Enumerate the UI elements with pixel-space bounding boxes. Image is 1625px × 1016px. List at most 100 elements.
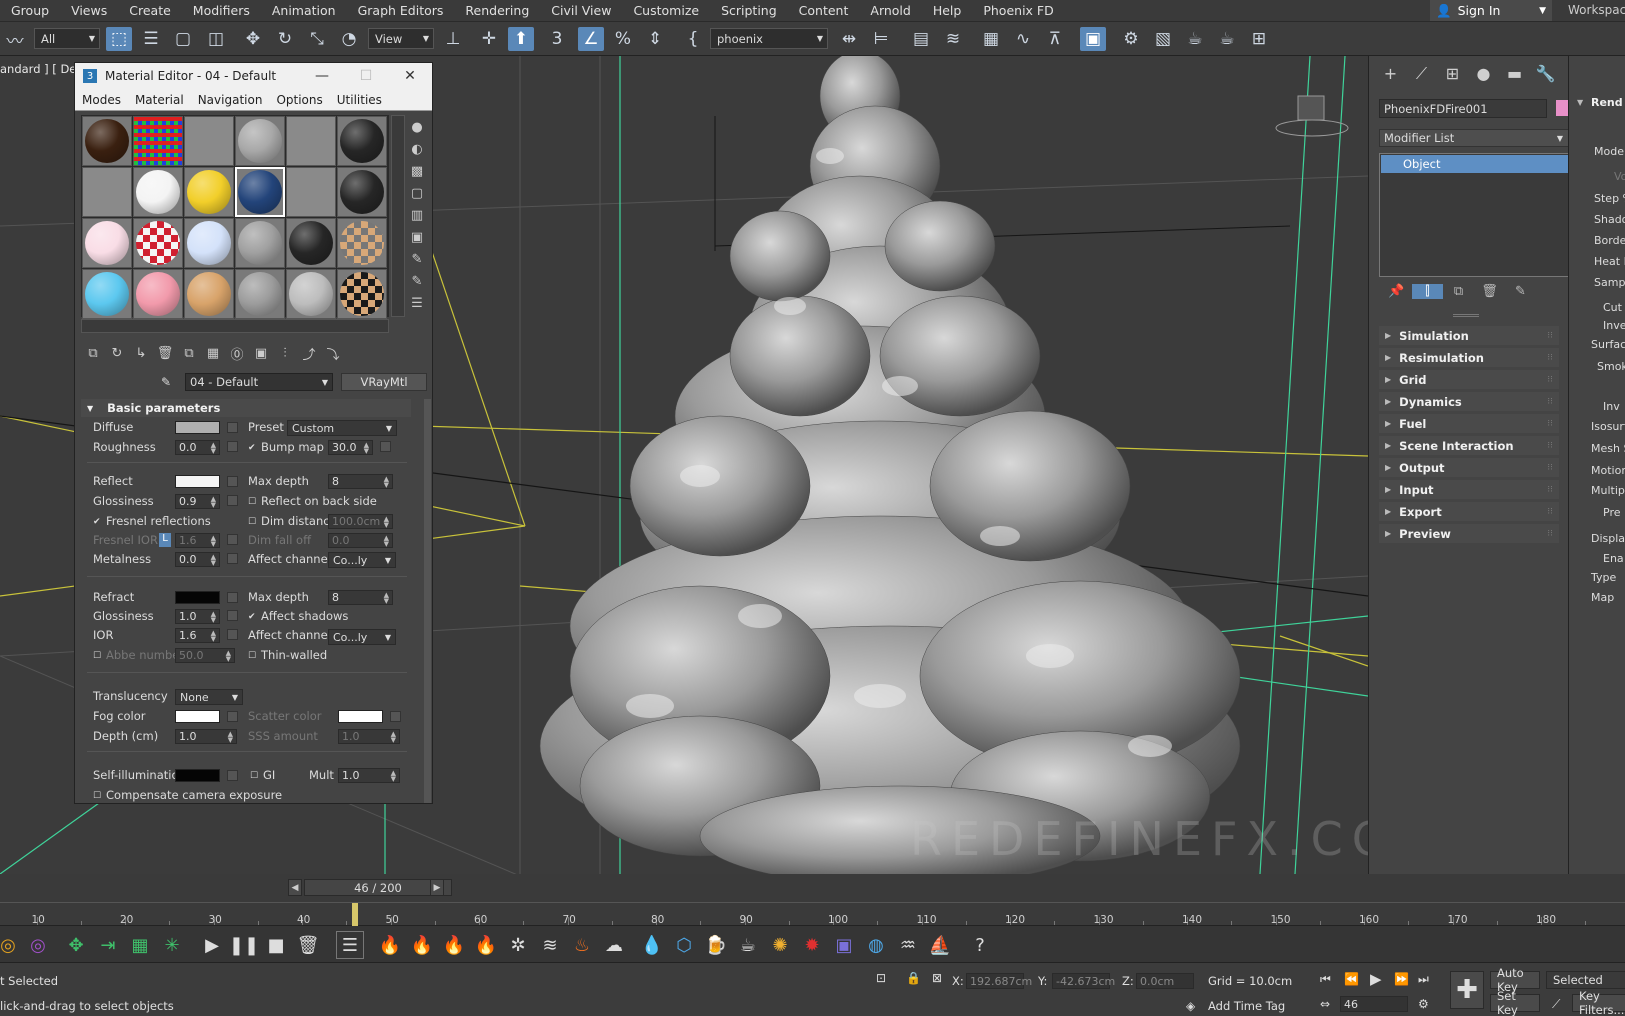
show-end-result-icon[interactable]: ⫿ [1412, 284, 1443, 299]
x-coord-field[interactable]: 192.687cm [966, 973, 1032, 989]
metalness-map-button[interactable] [227, 553, 238, 564]
absolute-mode-icon[interactable]: ⊠ [932, 971, 942, 985]
sss-amount-spinner[interactable]: 1.0 ▲ ▼ [338, 729, 400, 744]
vo-field[interactable]: Vo [1614, 170, 1625, 183]
metalness-spinner[interactable]: 0.0 ▲ ▼ [175, 552, 220, 567]
move-icon[interactable]: ✥ [240, 27, 266, 51]
edit-named-sel-icon[interactable]: { [680, 27, 706, 51]
play-icon[interactable]: ▶ [198, 931, 226, 959]
modifier-list-dropdown[interactable]: Modifier List ▼ [1379, 129, 1570, 147]
dope-sheet-icon[interactable]: ⊼ [1042, 27, 1068, 51]
particle-icon[interactable]: ✲ [504, 931, 532, 959]
next-key-icon[interactable]: ⏩ [1394, 972, 1409, 986]
selection-filter-dropdown[interactable]: All ▼ [34, 28, 100, 49]
refr-glossiness-map-button[interactable] [227, 610, 238, 621]
rollout-output[interactable]: ▶ Output ⁝⁝ [1379, 458, 1559, 477]
roughness-spinner[interactable]: 0.0 ▲ ▼ [175, 440, 220, 455]
preset-dropdown[interactable]: Custom ▼ [287, 420, 397, 436]
rect-selection-icon[interactable]: ▢ [170, 27, 196, 51]
auto-key-button[interactable]: Auto Key [1490, 966, 1540, 994]
menu-arnold[interactable]: Arnold [859, 3, 921, 18]
bump-map-checkbox[interactable]: ✔ Bump map [248, 440, 324, 454]
pivot-icon[interactable]: ⊥ [440, 27, 466, 51]
sign-in-button[interactable]: 👤 Sign In ▼ [1430, 0, 1552, 21]
dim-distance-checkbox[interactable]: ☐ Dim distance [248, 514, 337, 528]
smoke-icon[interactable]: ☁ [600, 931, 628, 959]
roughness-map-button[interactable] [227, 441, 238, 452]
bump-map-button[interactable] [380, 441, 391, 452]
fire-simulator-icon[interactable]: 🔥 [408, 931, 436, 959]
fire-quick-icon[interactable]: 🔥 [472, 931, 500, 959]
key-filters-button[interactable]: Key Filters... [1572, 989, 1625, 1016]
ior-map-button[interactable] [227, 629, 238, 640]
play-animation-icon[interactable]: ▶ [1370, 970, 1382, 988]
render-setup-icon[interactable]: ⚙ [1118, 27, 1144, 51]
preview-checkbox[interactable]: Pre [1603, 506, 1621, 519]
rollout-grid[interactable]: ▶ Grid ⁝⁝ [1379, 370, 1559, 389]
affect-shadows-checkbox[interactable]: ✔ Affect shadows [248, 609, 348, 623]
liquid-icon[interactable]: 💧 [638, 931, 666, 959]
fog-color-swatch[interactable] [175, 710, 220, 723]
next-frame-icon[interactable]: ▶ [430, 879, 444, 896]
display-tab-icon[interactable]: ▬ [1499, 64, 1530, 84]
window-crossing-icon[interactable]: ◫ [203, 27, 229, 51]
burst-icon[interactable]: ✳ [158, 931, 186, 959]
affect-channels-1-dropdown[interactable]: Co...ly ▼ [328, 552, 396, 568]
ior-spinner[interactable]: 1.6 ▲ ▼ [175, 628, 220, 643]
refr-glossiness-spinner[interactable]: 1.0 ▲ ▼ [175, 609, 220, 624]
render-iterative-icon[interactable]: ☕ [1214, 27, 1240, 51]
current-frame-field[interactable]: 46 [1340, 996, 1408, 1012]
dim-falloff-spinner[interactable]: 0.0 ▲ ▼ [328, 533, 393, 548]
time-cursor[interactable] [352, 903, 359, 927]
scatter-color-map-button[interactable] [390, 711, 401, 722]
workspaces-label[interactable]: Workspaces [1568, 3, 1625, 17]
rollout-scene-interaction[interactable]: ▶ Scene Interaction ⁝⁝ [1379, 436, 1559, 455]
compensate-camera-checkbox[interactable]: ☐ Compensate camera exposure [93, 788, 282, 802]
align-icon[interactable]: ⊨ [868, 27, 894, 51]
menu-content[interactable]: Content [788, 3, 860, 18]
particle-shader-icon[interactable]: ▣ [830, 931, 858, 959]
configure-sets-icon[interactable]: ✎ [1505, 284, 1536, 299]
rollout-simulation[interactable]: ▶ Simulation ⁝⁝ [1379, 326, 1559, 345]
reflect-color-swatch[interactable] [175, 475, 220, 488]
rollout-fuel[interactable]: ▶ Fuel ⁝⁝ [1379, 414, 1559, 433]
reflect-map-button[interactable] [227, 476, 238, 487]
pause-icon[interactable]: ❚❚ [229, 931, 259, 959]
foam-icon[interactable]: ♒ [894, 931, 922, 959]
inv-checkbox[interactable]: Inv [1603, 400, 1620, 413]
curve-editor-icon[interactable]: ∿ [1010, 27, 1036, 51]
rollout-dynamics[interactable]: ▶ Dynamics ⁝⁝ [1379, 392, 1559, 411]
rollout-export[interactable]: ▶ Export ⁝⁝ [1379, 502, 1559, 521]
key-tangent-icon[interactable]: ⟋ [1552, 997, 1560, 1012]
fresnel-checkbox[interactable]: ✔ Fresnel reflections [93, 514, 211, 528]
link-icon[interactable]: 〰 [2, 27, 28, 52]
rendering-rollout-title[interactable]: Rend [1591, 96, 1623, 109]
make-unique-icon[interactable]: ⧉ [1443, 284, 1474, 299]
menu-animation[interactable]: Animation [261, 3, 347, 18]
flame-icon[interactable]: ♨ [568, 931, 596, 959]
refract-map-button[interactable] [227, 592, 238, 603]
rotate-icon[interactable]: ↻ [272, 27, 298, 51]
utilities-tab-icon[interactable]: 🔧 [1530, 64, 1561, 84]
fresnel-ior-map-button[interactable] [227, 534, 238, 545]
depth-spinner[interactable]: 1.0 ▲ ▼ [175, 729, 237, 744]
dim-distance-spinner[interactable]: 100.0cm ▲ ▼ [328, 514, 393, 529]
pin-stack-icon[interactable]: 📌 [1381, 284, 1412, 299]
rendered-frame-icon[interactable]: ▧ [1150, 27, 1176, 51]
menu-help[interactable]: Help [922, 3, 973, 18]
fire-grid-icon[interactable]: 🔥 [440, 931, 468, 959]
cut-checkbox[interactable]: Cut [1603, 301, 1622, 314]
spinner-snap-icon[interactable]: ⇕ [642, 27, 668, 51]
refl-max-depth-spinner[interactable]: 8 ▲ ▼ [328, 474, 393, 489]
place-icon[interactable]: ◔ [336, 27, 362, 51]
stop-icon[interactable]: ■ [262, 931, 290, 959]
select-manipulate-icon[interactable]: ✛ [476, 27, 502, 51]
self-illum-map-button[interactable] [227, 770, 238, 781]
menu-scripting[interactable]: Scripting [710, 3, 788, 18]
stack-item-object[interactable]: Object [1381, 155, 1571, 173]
keyboard-shortcut-icon[interactable]: ⬆ [508, 27, 534, 51]
refract-color-swatch[interactable] [175, 591, 220, 604]
create-tab-icon[interactable]: + [1375, 64, 1406, 84]
menu-modifiers[interactable]: Modifiers [182, 3, 261, 18]
menu-create[interactable]: Create [118, 3, 182, 18]
